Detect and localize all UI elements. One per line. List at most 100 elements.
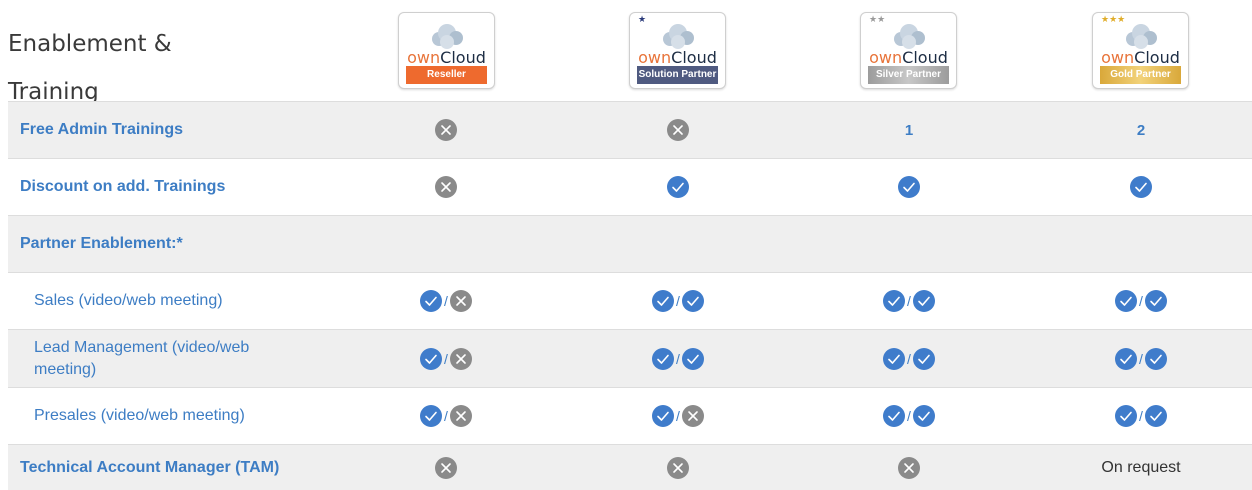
logo-cloud-text: Cloud [671, 48, 717, 67]
cell-gold: On request [1071, 445, 1211, 490]
on-request-text: On request [1101, 459, 1181, 476]
count-value: 1 [904, 121, 914, 139]
cross-icon [449, 404, 473, 428]
cross-icon [666, 118, 690, 142]
cell-reseller: / [376, 273, 516, 329]
separator: / [444, 293, 448, 309]
check-icon [1144, 347, 1168, 371]
separator: / [1139, 408, 1143, 424]
check-icon [1144, 289, 1168, 313]
owncloud-logo: ownCloud [861, 49, 956, 67]
table-row-tam: Technical Account Manager (TAM) On reque… [8, 444, 1252, 490]
separator: / [444, 350, 448, 367]
check-icon [651, 289, 675, 313]
badge-stars: ★ [638, 15, 647, 25]
separator: / [444, 408, 448, 424]
cell-reseller [376, 159, 516, 215]
cell-reseller [376, 445, 516, 490]
badge-ribbon: Solution Partner [637, 66, 718, 84]
row-label: Partner Enablement:* [20, 235, 183, 252]
separator: / [1139, 350, 1143, 367]
separator: / [676, 350, 680, 367]
owncloud-logo: ownCloud [630, 49, 725, 67]
logo-cloud-text: Cloud [1134, 48, 1180, 67]
badge-ribbon: Gold Partner [1100, 66, 1181, 84]
logo-own-text: own [869, 48, 903, 67]
cell-solution [608, 102, 748, 158]
badge-gold-partner: ★★★ ownCloud Gold Partner [1092, 12, 1189, 89]
check-icon [651, 404, 675, 428]
check-icon [1114, 289, 1138, 313]
separator: / [1139, 293, 1143, 309]
check-icon [419, 404, 443, 428]
owncloud-logo: ownCloud [399, 49, 494, 67]
count-value: 2 [1136, 121, 1146, 139]
table-row-presales: Presales (video/web meeting) / / / / [8, 387, 1252, 444]
cell-reseller: / [376, 388, 516, 444]
cell-gold: 2 [1071, 102, 1211, 158]
check-icon [882, 404, 906, 428]
check-icon [419, 347, 443, 371]
check-icon [681, 347, 705, 371]
separator: / [907, 408, 911, 424]
table-row-free-admin-trainings: Free Admin Trainings 1 2 [8, 101, 1252, 158]
cross-icon [666, 456, 690, 480]
table-row-sales: Sales (video/web meeting) / / / / [8, 272, 1252, 329]
logo-cloud-text: Cloud [902, 48, 948, 67]
badge-ribbon: Silver Partner [868, 66, 949, 84]
cross-icon [449, 289, 473, 313]
cell-silver: 1 [839, 102, 979, 158]
row-label: Sales (video/web meeting) [34, 292, 223, 309]
cell-solution: / [608, 330, 748, 387]
row-label: Presales (video/web meeting) [34, 407, 245, 424]
check-icon [882, 347, 906, 371]
separator: / [676, 293, 680, 309]
cell-silver [839, 159, 979, 215]
check-icon [651, 347, 675, 371]
cell-reseller [376, 102, 516, 158]
separator: / [907, 350, 911, 367]
cell-silver: / [839, 273, 979, 329]
cell-solution: / [608, 388, 748, 444]
logo-own-text: own [638, 48, 672, 67]
separator: / [907, 293, 911, 309]
cell-solution [608, 159, 748, 215]
cloud-logo-icon [894, 24, 925, 49]
cell-solution [608, 445, 748, 490]
check-icon [912, 404, 936, 428]
logo-cloud-text: Cloud [440, 48, 486, 67]
check-icon [681, 289, 705, 313]
table-row-discount-trainings: Discount on add. Trainings [8, 158, 1252, 215]
comparison-table: Free Admin Trainings 1 2 Discount on add… [8, 101, 1252, 490]
check-icon [666, 175, 690, 199]
row-label: Discount on add. Trainings [20, 178, 226, 195]
check-icon [912, 347, 936, 371]
owncloud-logo: ownCloud [1093, 49, 1188, 67]
badge-silver-partner: ★★ ownCloud Silver Partner [860, 12, 957, 89]
badge-stars: ★★ [869, 15, 886, 25]
cell-silver [839, 445, 979, 490]
cell-silver: / [839, 330, 979, 387]
cloud-logo-icon [663, 24, 694, 49]
cross-icon [434, 456, 458, 480]
cloud-logo-icon [1126, 24, 1157, 49]
row-label: Free Admin Trainings [20, 121, 183, 138]
cell-reseller: / [376, 330, 516, 387]
row-label: Technical Account Manager (TAM) [20, 459, 280, 476]
badge-solution-partner: ★ ownCloud Solution Partner [629, 12, 726, 89]
cross-icon [681, 404, 705, 428]
check-icon [1129, 175, 1153, 199]
cell-solution: / [608, 273, 748, 329]
badge-ribbon: Reseller [406, 66, 487, 84]
cloud-logo-icon [432, 24, 463, 49]
check-icon [1114, 404, 1138, 428]
cross-icon [449, 347, 473, 371]
table-row-partner-enablement: Partner Enablement:* [8, 215, 1252, 272]
check-icon [419, 289, 443, 313]
logo-own-text: own [407, 48, 441, 67]
cell-gold: / [1071, 330, 1211, 387]
cell-gold: / [1071, 273, 1211, 329]
row-label: Lead Management (video/web meeting) [34, 338, 250, 378]
cell-gold [1071, 159, 1211, 215]
table-row-lead-management: Lead Management (video/web meeting) / / … [8, 329, 1252, 387]
